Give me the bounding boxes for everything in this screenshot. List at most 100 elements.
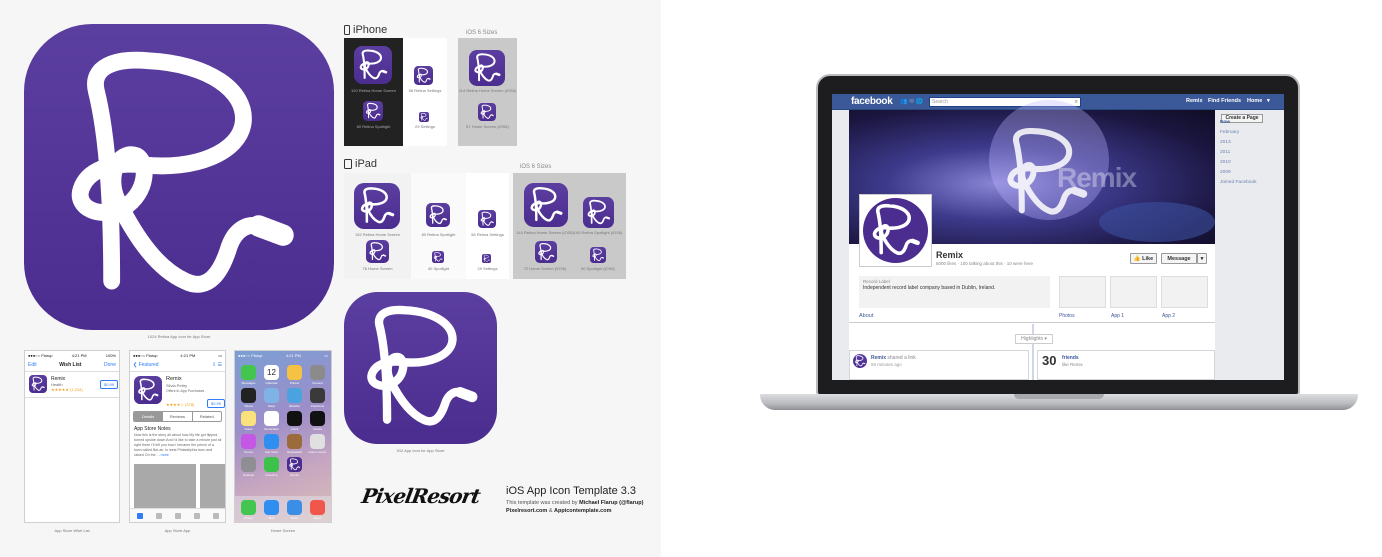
home-app-clock[interactable]	[287, 411, 302, 426]
search-tab-icon[interactable]	[193, 512, 200, 519]
timeline-year-item[interactable]: 2011	[1220, 148, 1257, 158]
ipad-icon-100	[583, 197, 614, 228]
timeline-year-item[interactable]: Joined Facebook	[1220, 178, 1257, 188]
home-app-calendar[interactable]: 12	[264, 365, 279, 380]
updates-tab-icon[interactable]	[212, 512, 219, 519]
tab-reviews[interactable]: Reviews	[163, 412, 193, 421]
message-button[interactable]: Message	[1161, 253, 1197, 264]
profile-r-logo-icon	[863, 198, 928, 263]
app1-tile[interactable]	[1110, 276, 1157, 308]
remix-r-logo-icon	[426, 203, 450, 227]
more-link[interactable]: more	[161, 453, 169, 457]
home-app-stocks[interactable]	[310, 411, 325, 426]
status-bar: ●●●○○ Flarup 4:21 PM ▭	[130, 351, 225, 359]
more-options-caret-icon[interactable]: ▾	[1197, 253, 1207, 264]
credit-author[interactable]: Michael Flarup (@flarup)	[579, 500, 643, 506]
photos-label[interactable]: Photos	[1059, 313, 1075, 319]
settings-caret-icon[interactable]: ▾	[1267, 98, 1270, 104]
home-app-label: Photos	[289, 381, 300, 385]
dock-app-phone[interactable]	[241, 500, 256, 515]
home-app-itunes[interactable]	[241, 434, 256, 449]
status-bar: ●●●○○ Flarup 4:21 PM 100%	[25, 351, 119, 359]
share-icon[interactable]: ⇪ ☰	[212, 362, 222, 368]
app-rating: ★★★★☆ (378)	[166, 402, 195, 407]
remix-r-logo-icon	[583, 197, 614, 228]
post-time[interactable]: 55 minutes ago	[871, 362, 902, 367]
caption-ipad-100: 100 Retina Spotlight (iOS6)	[573, 230, 623, 235]
caption-iphone-29: 29 Settings	[414, 124, 435, 129]
nav-find-friends[interactable]: Find Friends	[1208, 98, 1241, 104]
nav-remix[interactable]: Remix	[1186, 98, 1203, 104]
near-me-tab-icon[interactable]	[174, 512, 181, 519]
friends-label[interactable]: friends	[1062, 355, 1079, 361]
home-app-messages[interactable]	[241, 365, 256, 380]
featured-tab-icon[interactable]	[136, 512, 143, 519]
post-avatar[interactable]	[853, 354, 867, 368]
home-app-reminders[interactable]	[264, 411, 279, 426]
home-app-weather[interactable]	[287, 388, 302, 403]
home-app-videos[interactable]	[241, 388, 256, 403]
done-button[interactable]: Done	[104, 362, 116, 368]
search-icon[interactable]: ⌕	[1075, 98, 1078, 106]
like-button[interactable]: 👍 Like	[1130, 253, 1157, 264]
timeline-year-item[interactable]: Now	[1220, 118, 1257, 128]
post-author[interactable]: Remix	[871, 355, 886, 361]
home-app-maps[interactable]	[264, 388, 279, 403]
price-button[interactable]: $0.99	[207, 399, 225, 408]
home-app-label: Game Center	[308, 450, 327, 454]
home-app-app-store[interactable]	[264, 434, 279, 449]
wishlist-row[interactable]: Remix Health ★★★★★ (1,234) $0.99	[25, 372, 119, 398]
home-app-passbook[interactable]	[310, 388, 325, 403]
timeline-year-item[interactable]: 2010	[1220, 158, 1257, 168]
home-app-newsstand[interactable]	[287, 434, 302, 449]
home-app-photos[interactable]	[287, 365, 302, 380]
dock-app-safari[interactable]	[287, 500, 302, 515]
page-name[interactable]: Remix	[936, 250, 963, 260]
top-charts-tab-icon[interactable]	[155, 512, 162, 519]
edit-button[interactable]: Edit	[28, 362, 37, 368]
tab-details[interactable]: Details	[134, 412, 164, 421]
app1-label[interactable]: App 1	[1111, 313, 1124, 319]
nav-home[interactable]: Home	[1247, 98, 1262, 104]
facebook-logo[interactable]: facebook	[851, 96, 893, 107]
app-icon-1024	[24, 24, 334, 330]
dock-app-label: Mail	[268, 516, 275, 520]
home-app-game-center[interactable]	[310, 434, 325, 449]
home-app-label: Weather	[288, 404, 301, 408]
photos-tile[interactable]	[1059, 276, 1106, 308]
about-link[interactable]: About	[859, 313, 873, 319]
home-app-remix[interactable]	[287, 457, 302, 472]
clock: 4:21 PM	[180, 352, 196, 358]
tab-related[interactable]: Related	[193, 412, 221, 421]
ipad-icon-80	[426, 203, 450, 227]
ipad-section-label: iPad	[355, 158, 378, 170]
notes-body: Now this is the story all about how My l…	[134, 433, 222, 458]
price-button[interactable]: $0.99	[100, 380, 119, 389]
appicontemplate-link[interactable]: Appicontemplate.com	[554, 508, 611, 514]
home-app-label: App Store	[264, 450, 279, 454]
home-app-camera[interactable]	[310, 365, 325, 380]
timeline-year-item[interactable]: 2013	[1220, 138, 1257, 148]
post-header: Remix shared a link	[871, 355, 916, 361]
profile-picture[interactable]	[859, 194, 932, 267]
caption-ipad-58: 58 Retina Settings	[471, 232, 504, 237]
app2-label[interactable]: App 2	[1162, 313, 1175, 319]
remix-r-logo-icon	[853, 354, 867, 368]
remix-r-logo-icon	[287, 457, 302, 472]
featured-back-button[interactable]: ❮ Featured	[133, 362, 159, 368]
dock-app-music[interactable]	[310, 500, 325, 515]
notification-icons[interactable]: 👥 ✉ 🌐	[900, 98, 923, 105]
timeline-year-item[interactable]: 2009	[1220, 168, 1257, 178]
profile-circle	[863, 198, 928, 263]
pixelresort-link[interactable]: Pixelresort.com	[506, 508, 547, 514]
dock-app-mail[interactable]	[264, 500, 279, 515]
timeline-year-item[interactable]: February	[1220, 128, 1257, 138]
home-app-facetime[interactable]	[264, 457, 279, 472]
app2-tile[interactable]	[1161, 276, 1208, 308]
home-app-settings[interactable]	[241, 457, 256, 472]
friends-sub: like Remix	[1062, 362, 1083, 367]
remix-r-logo-icon	[414, 66, 433, 85]
home-app-notes[interactable]	[241, 411, 256, 426]
highlights-dropdown[interactable]: Highlights ▾	[1015, 334, 1053, 344]
laptop-notch	[1014, 394, 1104, 399]
